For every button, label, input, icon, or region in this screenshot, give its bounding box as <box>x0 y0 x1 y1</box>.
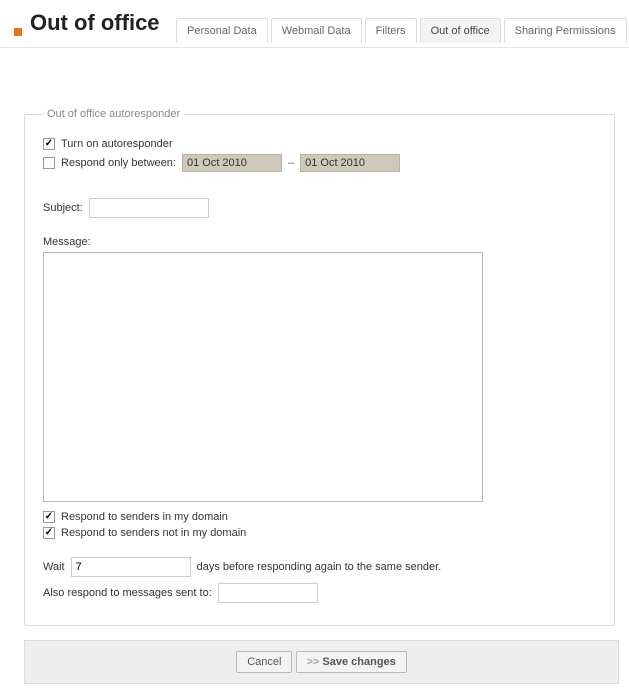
respond-in-domain-row: Respond to senders in my domain <box>43 511 596 523</box>
wait-prefix: Wait <box>43 561 65 573</box>
respond-in-domain-label: Respond to senders in my domain <box>61 511 228 523</box>
subject-input[interactable] <box>89 198 209 218</box>
settings-panel: Out of office autoresponder Turn on auto… <box>24 108 615 626</box>
action-bar: Cancel >> Save changes <box>24 640 619 684</box>
date-to-input[interactable] <box>300 154 400 172</box>
tab-personal-data[interactable]: Personal Data <box>176 18 268 43</box>
subject-row: Subject: <box>43 198 596 218</box>
fieldset-legend: Out of office autoresponder <box>43 108 184 120</box>
tabs: Personal Data Webmail Data Filters Out o… <box>176 18 629 43</box>
subject-label: Subject: <box>43 202 83 214</box>
wait-days-input[interactable] <box>71 557 191 577</box>
turn-on-row: Turn on autoresponder <box>43 138 596 150</box>
turn-on-label: Turn on autoresponder <box>61 138 173 150</box>
respond-between-row: Respond only between: – <box>43 154 596 172</box>
tab-sharing-permissions[interactable]: Sharing Permissions <box>504 18 627 43</box>
turn-on-checkbox[interactable] <box>43 138 55 150</box>
cancel-button[interactable]: Cancel <box>236 651 292 673</box>
also-respond-label: Also respond to messages sent to: <box>43 587 212 599</box>
tab-out-of-office[interactable]: Out of office <box>420 18 501 43</box>
page-title: Out of office <box>30 10 160 36</box>
date-range-dash: – <box>288 157 294 169</box>
respond-between-checkbox[interactable] <box>43 157 55 169</box>
respond-not-in-domain-row: Respond to senders not in my domain <box>43 527 596 539</box>
also-respond-row: Also respond to messages sent to: <box>43 583 596 603</box>
also-respond-input[interactable] <box>218 583 318 603</box>
message-label: Message: <box>43 236 596 248</box>
tab-webmail-data[interactable]: Webmail Data <box>271 18 362 43</box>
wait-suffix: days before responding again to the same… <box>197 561 442 573</box>
message-textarea[interactable] <box>43 252 483 502</box>
tab-filters[interactable]: Filters <box>365 18 417 43</box>
autoresponder-fieldset: Out of office autoresponder Turn on auto… <box>24 108 615 626</box>
respond-between-label: Respond only between: <box>61 157 176 169</box>
wait-row: Wait days before responding again to the… <box>43 557 596 577</box>
respond-in-domain-checkbox[interactable] <box>43 511 55 523</box>
respond-not-in-domain-label: Respond to senders not in my domain <box>61 527 246 539</box>
page-header: Out of office Personal Data Webmail Data… <box>0 0 629 48</box>
respond-not-in-domain-checkbox[interactable] <box>43 527 55 539</box>
title-bullet-icon <box>14 28 22 36</box>
date-from-input[interactable] <box>182 154 282 172</box>
save-button[interactable]: >> Save changes <box>296 651 407 673</box>
